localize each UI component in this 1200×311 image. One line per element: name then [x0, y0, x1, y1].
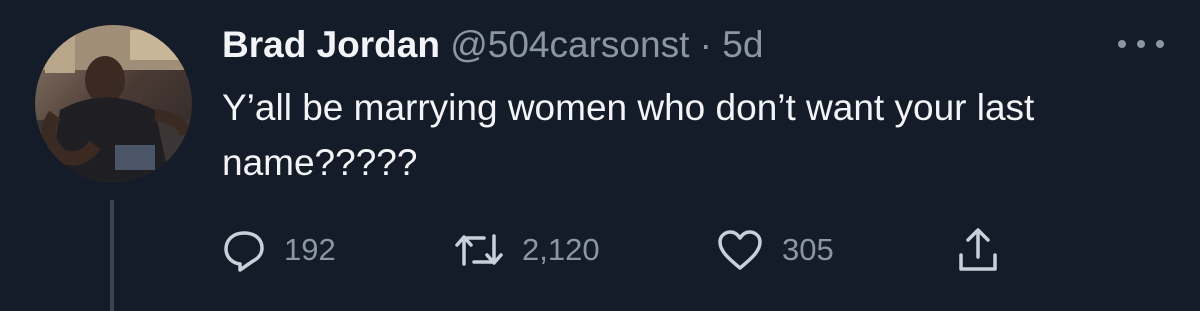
share-icon: [959, 228, 997, 271]
reply-button[interactable]: 192: [222, 222, 336, 278]
retweet-count: 2,120: [522, 232, 600, 267]
like-count: 305: [782, 232, 834, 267]
retweet-button[interactable]: 2,120: [454, 222, 600, 278]
more-options-button[interactable]: [1114, 36, 1168, 52]
like-button[interactable]: 305: [716, 222, 834, 278]
separator-dot: ·: [699, 24, 712, 65]
reply-icon: [224, 231, 264, 272]
share-button[interactable]: [956, 222, 1000, 278]
tweet-text: Y’all be marrying women who don’t want y…: [222, 87, 1035, 183]
author-handle[interactable]: @504carsonst: [450, 24, 689, 65]
more-options-icon: [1118, 40, 1164, 48]
action-bar: 192 2,120 305: [222, 222, 1042, 278]
heart-icon: [718, 230, 762, 270]
avatar[interactable]: [35, 25, 192, 182]
retweet-icon: [455, 234, 503, 266]
author-name[interactable]: Brad Jordan: [222, 24, 440, 65]
tweet[interactable]: Brad Jordan @504carsonst · 5d Y’all be m…: [0, 0, 1200, 311]
avatar-image: [35, 25, 192, 182]
tweet-timestamp[interactable]: 5d: [722, 24, 763, 65]
reply-count: 192: [284, 232, 336, 267]
thread-line: [110, 200, 114, 311]
tweet-header: Brad Jordan @504carsonst · 5d: [222, 22, 763, 68]
